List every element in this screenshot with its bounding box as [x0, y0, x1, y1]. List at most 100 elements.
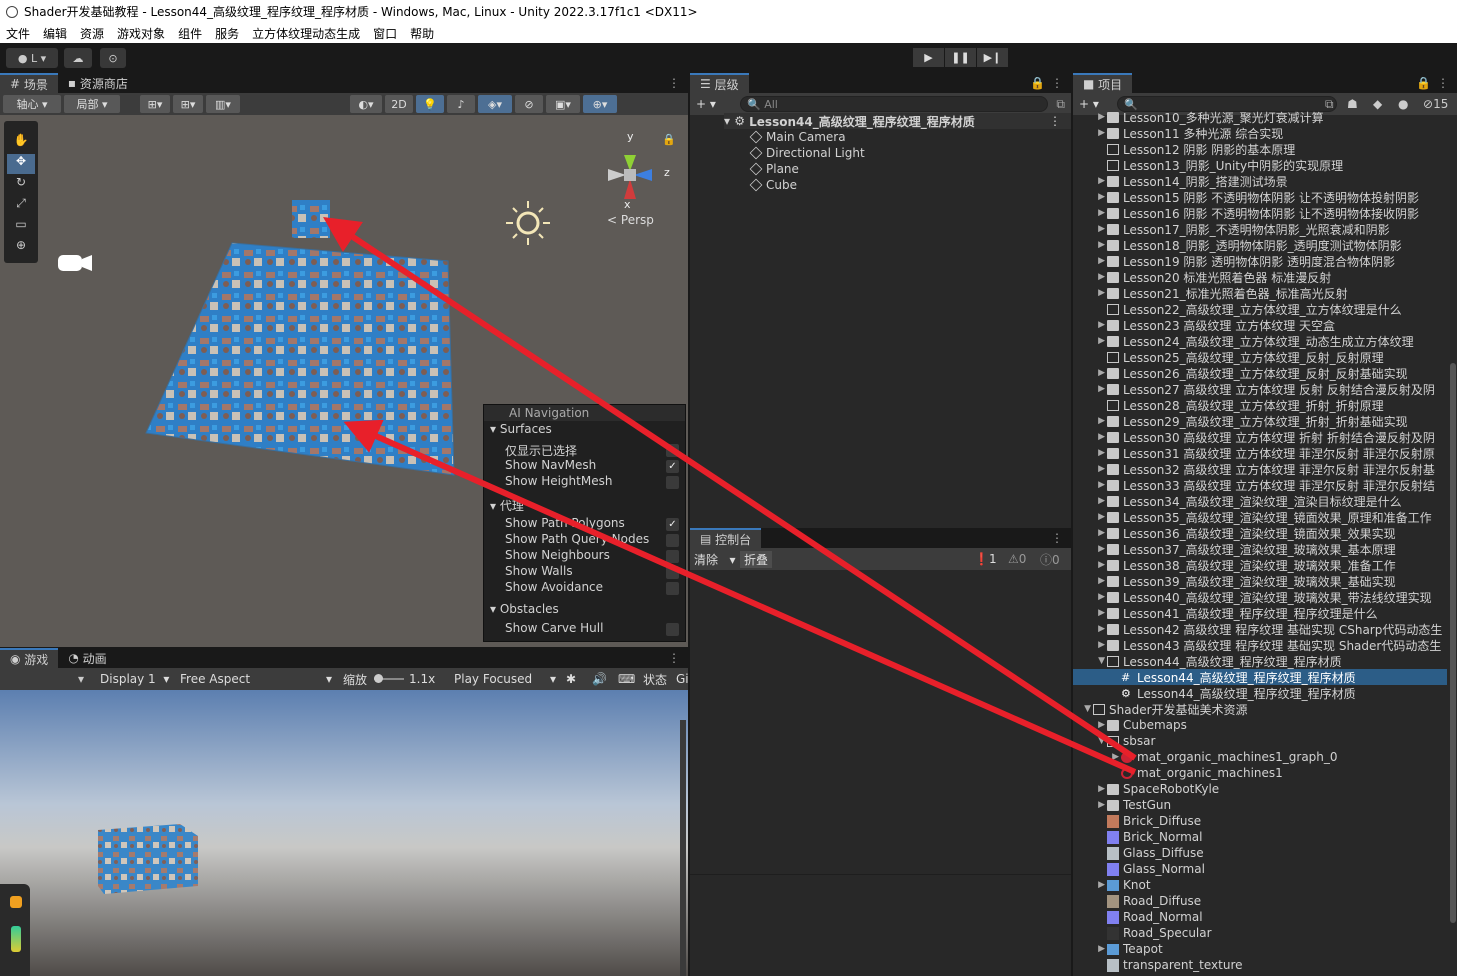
expand-right-icon[interactable]: ▶ — [1073, 784, 1105, 794]
expand-right-icon[interactable]: ▶ — [1073, 224, 1105, 234]
project-item[interactable]: ▶ Lesson17_阴影_不透明物体阴影_光照衰减和阴影 — [1073, 221, 1447, 237]
project-item[interactable]: ▶ Lesson24_高级纹理_立方体纹理_动态生成立方体纹理 — [1073, 333, 1447, 349]
effects-icon[interactable]: ◈▾ — [478, 95, 512, 113]
project-item[interactable]: ▶ Teapot — [1073, 941, 1447, 957]
project-item[interactable]: ▶ Lesson31 高级纹理 立方体纹理 菲涅尔反射 菲涅尔反射原 — [1073, 445, 1447, 461]
expand-right-icon[interactable]: ▶ — [1073, 112, 1105, 122]
expand-right-icon[interactable]: ▶ — [1073, 640, 1105, 650]
menu-assets[interactable]: 资源 — [80, 25, 104, 42]
aspect-dropdown[interactable]: Free Aspect ▾ — [180, 672, 332, 686]
play-focus-dropdown[interactable]: Play Focused ▾ — [454, 672, 556, 686]
gizmos-button[interactable]: Gi — [676, 672, 689, 686]
snap-icon[interactable]: ⊞▾ — [140, 95, 170, 113]
expand-right-icon[interactable]: ▶ — [1073, 192, 1105, 202]
project-item[interactable]: ▶ Lesson37_高级纹理_渲染纹理_玻璃效果_基本原理 — [1073, 541, 1447, 557]
project-item[interactable]: ▶ Lesson41_高级纹理_程序纹理_程序纹理是什么 — [1073, 605, 1447, 621]
expand-right-icon[interactable]: ▶ — [1073, 176, 1105, 186]
expand-right-icon[interactable]: ▶ — [1073, 880, 1105, 890]
only-selected-checkbox[interactable] — [666, 444, 679, 457]
project-item[interactable]: ▶ Lesson16 阴影 不透明物体阴影 让不透明物体接收阴影 — [1073, 205, 1447, 221]
project-item[interactable]: ▶ Lesson11 多种光源 综合实现 — [1073, 125, 1447, 141]
game-viewport[interactable] — [0, 690, 688, 976]
project-item[interactable]: ▼ Shader开发基础美术资源 — [1073, 701, 1447, 717]
project-item[interactable]: ▼ sbsar — [1073, 733, 1447, 749]
pivot-dropdown[interactable]: 轴心 ▾ — [3, 95, 61, 113]
expand-right-icon[interactable]: ▶ — [1073, 480, 1105, 490]
project-item[interactable]: ▶ Lesson33 高级纹理 立方体纹理 菲涅尔反射 菲涅尔反射结 — [1073, 477, 1447, 493]
project-item[interactable]: Brick_Diffuse — [1073, 813, 1447, 829]
stats-button[interactable]: 状态 — [643, 671, 667, 688]
expand-right-icon[interactable]: ▶ — [1073, 448, 1105, 458]
expand-right-icon[interactable]: ▶ — [1073, 208, 1105, 218]
bug-icon[interactable]: ✱ — [566, 672, 576, 686]
tab-console[interactable]: ▤ 控制台 — [690, 528, 762, 548]
lock-icon[interactable]: 🔒 — [662, 133, 676, 146]
expand-right-icon[interactable]: ▶ — [1073, 496, 1105, 506]
project-item[interactable]: Lesson25_高级纹理_立方体纹理_反射_反射原理 — [1073, 349, 1447, 365]
project-item[interactable]: ▶ Lesson34_高级纹理_渲染纹理_渲染目标纹理是什么 — [1073, 493, 1447, 509]
project-item[interactable]: ▶ Lesson38_高级纹理_渲染纹理_玻璃效果_准备工作 — [1073, 557, 1447, 573]
project-item[interactable]: ▶ Lesson29_高级纹理_立方体纹理_折射_折射基础实现 — [1073, 413, 1447, 429]
audio-icon[interactable]: ♪ — [447, 95, 475, 113]
project-item[interactable]: ▶ TestGun — [1073, 797, 1447, 813]
expand-right-icon[interactable]: ▶ — [1073, 240, 1105, 250]
hierarchy-item-directional-light[interactable]: Directional Light — [749, 145, 865, 161]
cloud-icon[interactable]: ☁ — [64, 48, 92, 68]
project-scrollbar[interactable] — [1450, 363, 1456, 923]
tab-project[interactable]: ■ 项目 — [1073, 73, 1133, 93]
scene-root-row[interactable]: ▾ ⚙ Lesson44_高级纹理_程序纹理_程序材质 ⋮ — [724, 113, 1071, 129]
project-item[interactable]: ▶ Lesson23 高级纹理 立方体纹理 天空盒 — [1073, 317, 1447, 333]
camera-icon[interactable]: ▣▾ — [546, 95, 580, 113]
show-path-query-nodes-checkbox[interactable] — [666, 534, 679, 547]
create-button[interactable]: + ▾ — [696, 97, 716, 111]
project-item[interactable]: ▶ mat_organic_machines1_graph_0 — [1073, 749, 1447, 765]
project-item[interactable]: ▶ Lesson39_高级纹理_渲染纹理_玻璃效果_基础实现 — [1073, 573, 1447, 589]
menu-help[interactable]: 帮助 — [410, 25, 434, 42]
pause-button[interactable]: ❚❚ — [945, 48, 976, 67]
project-item[interactable]: Road_Normal — [1073, 909, 1447, 925]
project-item[interactable]: ▼ Lesson44_高级纹理_程序纹理_程序材质 — [1073, 653, 1447, 669]
expand-right-icon[interactable]: ▶ — [1073, 320, 1105, 330]
account-dropdown[interactable]: ● L ▾ — [6, 48, 58, 68]
project-item[interactable]: ▶ Lesson14_阴影_搭建测试场景 — [1073, 173, 1447, 189]
project-menu-icon[interactable]: ⋮ — [1437, 76, 1449, 90]
expand-right-icon[interactable]: ▶ — [1073, 800, 1105, 810]
hierarchy-search[interactable]: 🔍 All — [740, 96, 1048, 112]
keyboard-icon[interactable]: ⌨ — [618, 672, 635, 686]
expand-right-icon[interactable]: ▶ — [1073, 384, 1105, 394]
project-item[interactable]: ▶ Lesson30 高级纹理 立方体纹理 折射 折射结合漫反射及阴 — [1073, 429, 1447, 445]
agents-header[interactable]: ▾ 代理 — [490, 497, 524, 514]
game-view-dropdown[interactable]: ▾ — [78, 672, 84, 686]
hierarchy-item-cube[interactable]: Cube — [749, 177, 797, 193]
project-item[interactable]: ▶ Lesson35_高级纹理_渲染纹理_镜面效果_原理和准备工作 — [1073, 509, 1447, 525]
scene-root-menu-icon[interactable]: ⋮ — [1049, 114, 1061, 128]
expand-right-icon[interactable]: ▶ — [1073, 752, 1119, 762]
console-menu-icon[interactable]: ⋮ — [1051, 531, 1063, 545]
project-item[interactable]: ▶ Lesson32 高级纹理 立方体纹理 菲涅尔反射 菲涅尔反射基 — [1073, 461, 1447, 477]
expand-right-icon[interactable]: ▶ — [1073, 432, 1105, 442]
project-item[interactable]: ▶ SpaceRobotKyle — [1073, 781, 1447, 797]
project-item[interactable]: mat_organic_machines1 — [1073, 765, 1447, 781]
display-dropdown[interactable]: Display 1 ▾ — [100, 672, 169, 686]
project-item[interactable]: Glass_Diffuse — [1073, 845, 1447, 861]
expand-right-icon[interactable]: ▶ — [1073, 944, 1105, 954]
menu-file[interactable]: 文件 — [6, 25, 30, 42]
project-item[interactable]: Road_Diffuse — [1073, 893, 1447, 909]
expand-down-icon[interactable]: ▼ — [1073, 656, 1105, 666]
project-item[interactable]: ⚙ Lesson44_高级纹理_程序纹理_程序材质 — [1073, 685, 1447, 701]
project-item[interactable]: ▶ Lesson27 高级纹理 立方体纹理 反射 反射结合漫反射及阴 — [1073, 381, 1447, 397]
info-count[interactable]: ⓘ0 — [1040, 551, 1060, 568]
play-button[interactable]: ▶ — [913, 48, 944, 67]
project-item[interactable]: ▶ Lesson40_高级纹理_渲染纹理_玻璃效果_带法线纹理实现 — [1073, 589, 1447, 605]
project-item[interactable]: Glass_Normal — [1073, 861, 1447, 877]
menu-edit[interactable]: 编辑 — [43, 25, 67, 42]
profiler-widget[interactable] — [0, 884, 30, 976]
game-menu-icon[interactable]: ⋮ — [668, 651, 680, 665]
expand-right-icon[interactable]: ▶ — [1073, 576, 1105, 586]
project-item[interactable]: ▶ Lesson26_高级纹理_立方体纹理_反射_反射基础实现 — [1073, 365, 1447, 381]
show-neighbours-checkbox[interactable] — [666, 550, 679, 563]
tab-asset-store[interactable]: ▪ 资源商店 — [58, 73, 138, 93]
project-item[interactable]: ▶ Lesson18_阴影_透明物体阴影_透明度测试物体阴影 — [1073, 237, 1447, 253]
show-navmesh-checkbox[interactable]: ✓ — [666, 460, 679, 473]
persp-label[interactable]: < Persp — [607, 213, 654, 227]
